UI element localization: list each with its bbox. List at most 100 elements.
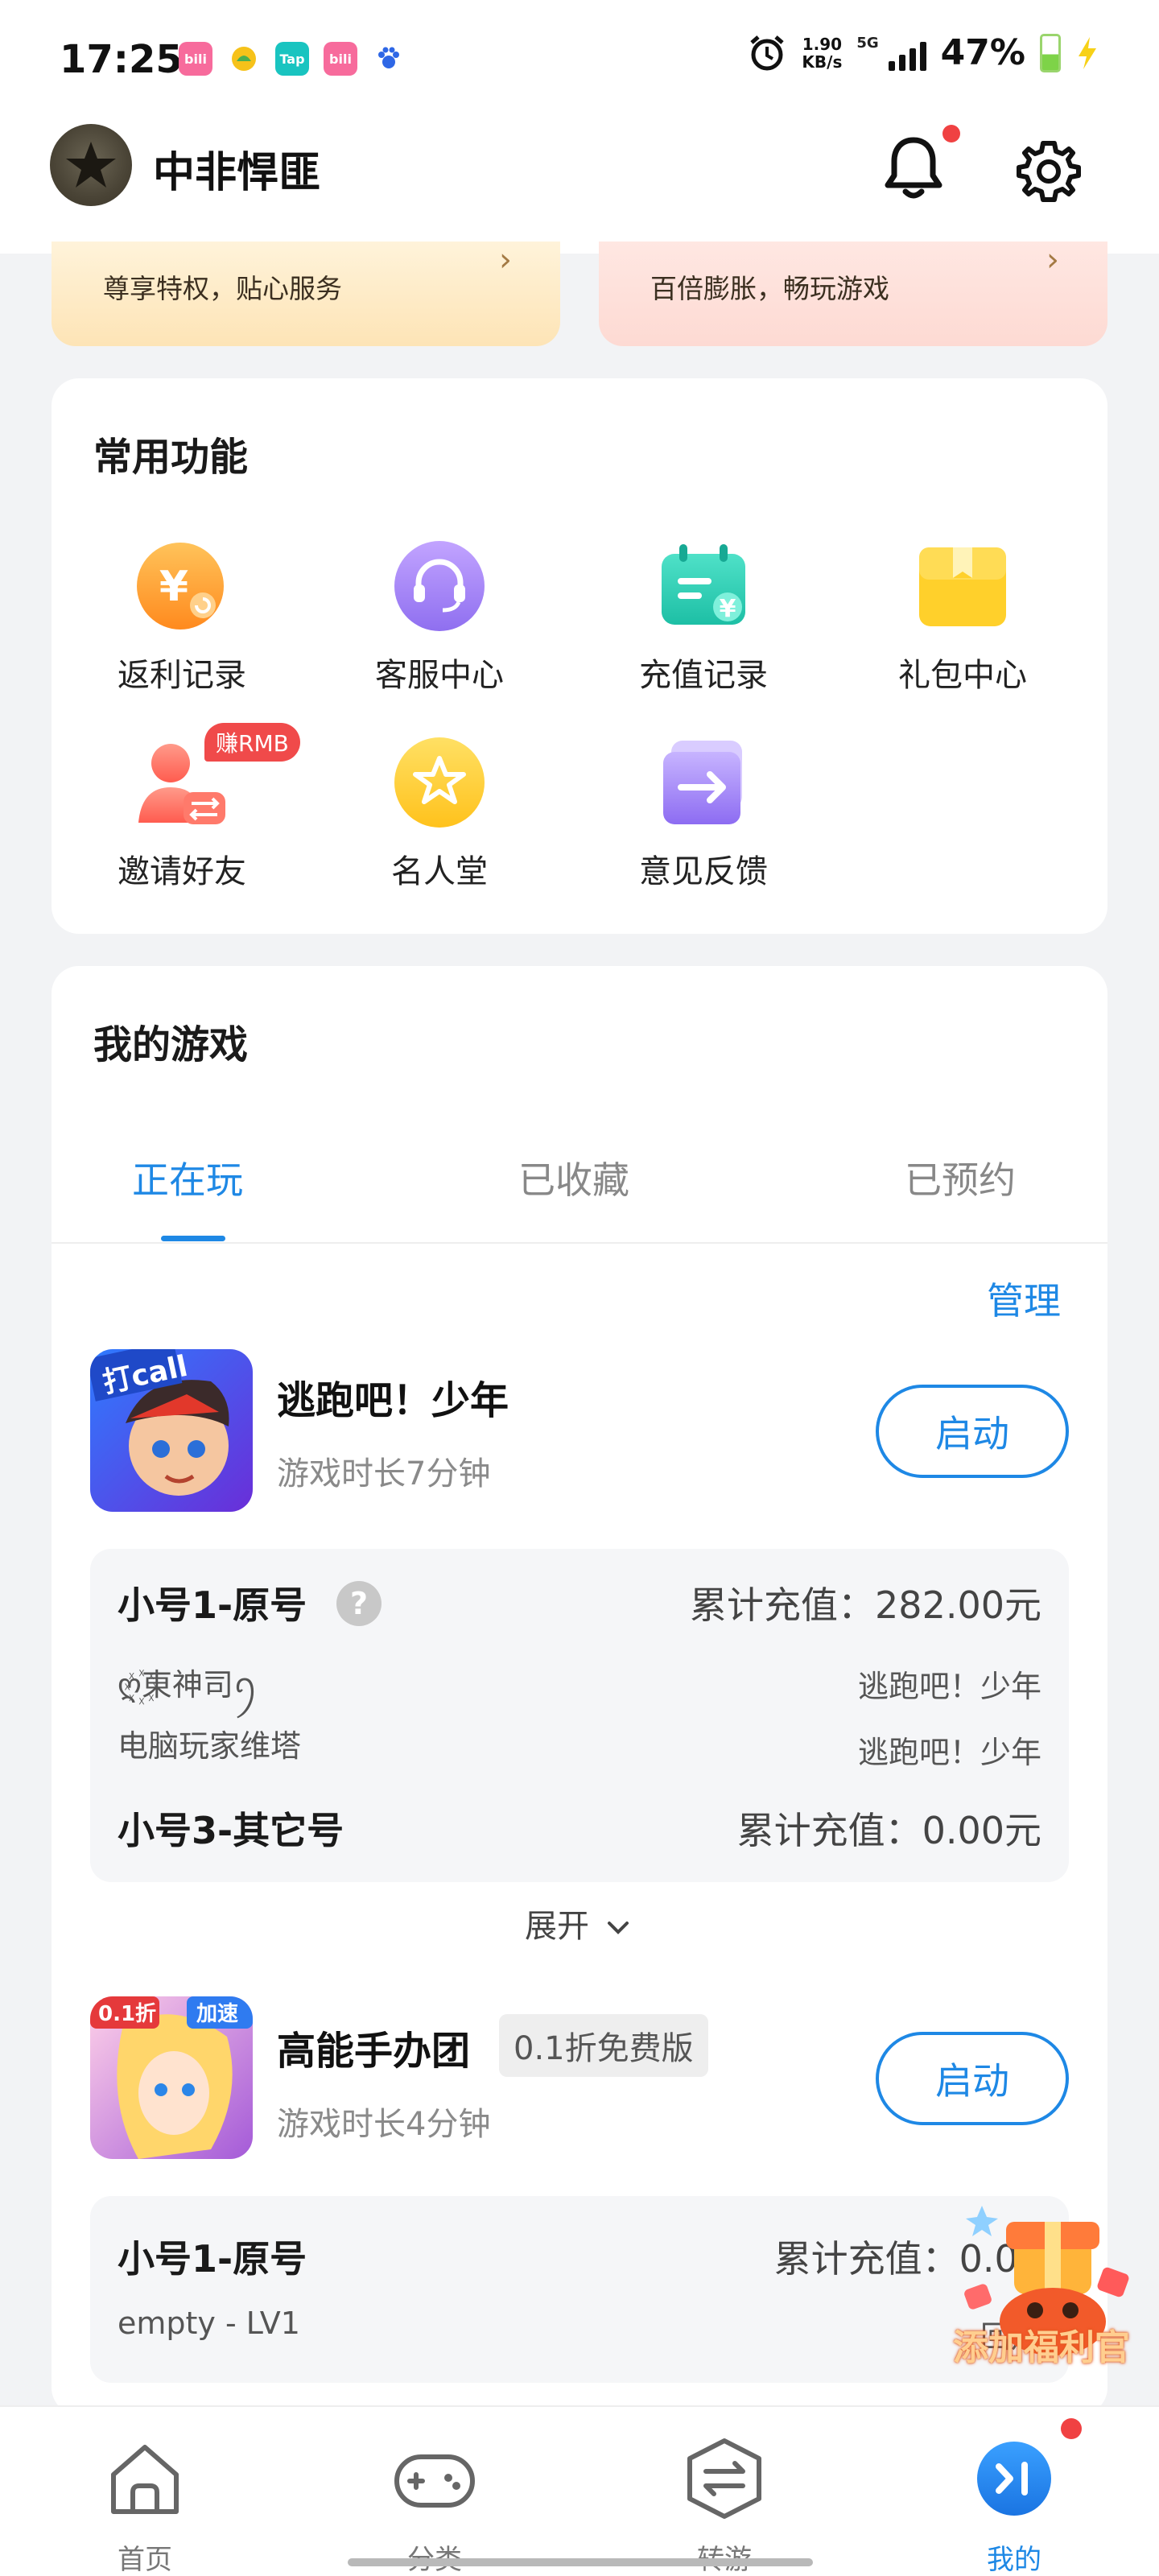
func-gift-center[interactable]: 礼包中心 <box>858 539 1067 696</box>
recharge-promo-card[interactable]: 百倍膨胀，畅玩游戏 › <box>599 242 1107 346</box>
account-list: 小号1-原号 累计充值：0.00 empty - LV1 回声 <box>90 2196 1069 2383</box>
nav-label: 分类 <box>354 2537 515 2576</box>
account-title: 小号1-原号 <box>118 1583 307 1627</box>
game-name[interactable]: 逃跑吧！少年 <box>277 1368 509 1425</box>
func-label: 礼包中心 <box>898 657 1027 694</box>
customer-service-icon <box>393 539 486 633</box>
func-label: 名人堂 <box>391 853 488 890</box>
charging-icon <box>1079 36 1096 69</box>
game-icon-figure-team[interactable]: 0.1折 加速 <box>90 1996 253 2159</box>
launch-button[interactable]: 启动 <box>876 1385 1069 1478</box>
role-name: ღ꙰東神司ꪆ <box>118 1667 258 1703</box>
game-name[interactable]: 高能手办团 <box>277 2019 470 2075</box>
nav-label: 转游 <box>644 2537 805 2576</box>
status-indicators: 1.90 KB/s 5G 47% <box>747 32 1099 73</box>
status-app-icons: bili Tap bili <box>179 42 406 76</box>
tab-favorites[interactable]: 已收藏 <box>518 1151 629 1204</box>
expand-button[interactable]: 展开 <box>525 1900 632 1946</box>
game-icon-escape[interactable]: 打call <box>90 1349 253 1512</box>
username[interactable]: 中非悍匪 <box>153 138 320 199</box>
tab-playing[interactable]: 正在玩 <box>132 1151 243 1204</box>
bilibili-icon: bili <box>179 42 212 76</box>
rebate-icon: ¥ <box>135 539 229 633</box>
net-speed: 1.90 KB/s <box>802 34 843 72</box>
func-customer-service[interactable]: 客服中心 <box>335 539 544 696</box>
transfer-icon <box>687 2438 761 2519</box>
chevron-right-icon: › <box>499 242 512 279</box>
nav-label: 首页 <box>118 2544 172 2576</box>
divider <box>52 1242 1107 1244</box>
game-icon-badge-left: 0.1折 <box>98 2002 156 2026</box>
game-icon-badge-right: 加速 <box>196 2002 238 2026</box>
gamepad-icon <box>394 2454 475 2508</box>
alarm-icon <box>750 35 785 70</box>
role-name: 电脑玩家维塔 <box>118 1728 302 1764</box>
func-label: 客服中心 <box>375 657 504 694</box>
baidu-paw-icon <box>372 42 406 76</box>
launch-button[interactable]: 启动 <box>876 2032 1069 2125</box>
account-title: 小号3-其它号 <box>118 1809 344 1852</box>
chevron-down-icon <box>607 1922 629 1934</box>
notification-bell-icon[interactable] <box>881 134 946 203</box>
func-invite-friends[interactable]: 赚RMB 邀请好友 <box>77 723 300 892</box>
svg-text:¥: ¥ <box>720 595 736 623</box>
welfare-label[interactable]: 添加福利官 <box>953 2318 1130 2370</box>
expand-label: 展开 <box>525 1908 589 1945</box>
nav-transfer[interactable]: 转游 <box>644 2434 805 2576</box>
feedback-icon <box>657 736 750 829</box>
func-feedback[interactable]: 意见反馈 <box>599 736 808 892</box>
battery-icon <box>1040 33 1061 72</box>
recharge-promo-text: 百倍膨胀，畅玩游戏 <box>650 273 889 304</box>
tab-reserved[interactable]: 已预约 <box>905 1151 1016 1204</box>
role-name: empty - LV1 <box>118 2306 300 2341</box>
account-title: 小号1-原号 <box>118 2237 307 2281</box>
hall-of-fame-icon <box>393 736 486 829</box>
status-bar: 17:25 bili Tap bili 1.90 KB/s 5G 47% <box>0 0 1159 121</box>
nav-profile[interactable]: 我的 <box>934 2434 1095 2576</box>
func-label: 充值记录 <box>639 657 768 694</box>
settings-gear-icon[interactable] <box>1016 138 1082 204</box>
nav-home[interactable]: 首页 <box>64 2434 225 2576</box>
vip-promo-text: 尊享特权，贴心服务 <box>103 273 342 304</box>
notification-dot <box>942 125 960 142</box>
profile-icon <box>977 2442 1051 2516</box>
home-icon <box>111 2445 179 2514</box>
section-title: 我的游戏 <box>93 1022 249 1067</box>
vip-promo-card[interactable]: 尊享特权，贴心服务 › <box>52 242 560 346</box>
network-type: 5G <box>856 35 879 52</box>
bilibili-icon: bili <box>324 42 357 76</box>
battery-percent: 47% <box>940 32 1025 73</box>
func-hall-of-fame[interactable]: 名人堂 <box>335 736 544 892</box>
star-emblem-icon <box>66 142 116 188</box>
help-icon[interactable]: ? <box>336 1581 382 1626</box>
mango-icon <box>227 42 261 76</box>
game-tag: 0.1折免费版 <box>499 2014 708 2077</box>
nav-category[interactable]: 分类 <box>354 2434 515 2576</box>
nav-label: 我的 <box>987 2544 1041 2576</box>
signal-icon <box>888 35 926 71</box>
home-indicator[interactable] <box>348 2558 813 2566</box>
func-rebate-record[interactable]: ¥ 返利记录 <box>77 539 287 696</box>
func-label: 意见反馈 <box>639 853 768 890</box>
profile-notification-dot <box>1061 2418 1082 2439</box>
avatar[interactable] <box>50 124 132 206</box>
game-play-time: 游戏时长7分钟 <box>277 1455 491 1492</box>
status-time: 17:25 <box>60 37 183 82</box>
game-play-time: 游戏时长4分钟 <box>277 2106 491 2143</box>
earn-rmb-badge: 赚RMB <box>204 723 300 762</box>
gift-icon <box>916 539 1009 633</box>
chevron-right-icon: › <box>1046 242 1059 279</box>
role-game: 逃跑吧！少年 <box>857 1669 1041 1704</box>
account-list: 小号1-原号 ? 累计充值：282.00元 ღ꙰東神司ꪆ 逃跑吧！少年 电脑玩家… <box>90 1549 1069 1882</box>
section-title: 常用功能 <box>93 435 249 480</box>
tab-active-indicator <box>161 1236 225 1241</box>
func-label: 邀请好友 <box>118 853 246 890</box>
common-functions-card: 常用功能 ¥ 返利记录 客服中心 ¥ 充值记录 礼包中心 赚RMB 邀请好友 名… <box>52 378 1107 934</box>
recharge-record-icon: ¥ <box>657 539 750 633</box>
invite-icon: 赚RMB <box>135 723 300 829</box>
svg-text:¥: ¥ <box>159 563 188 611</box>
account-charge: 累计充值：282.00元 <box>690 1583 1041 1627</box>
func-recharge-record[interactable]: ¥ 充值记录 <box>599 539 808 696</box>
manage-button[interactable]: 管理 <box>987 1272 1061 1325</box>
role-game: 逃跑吧！少年 <box>857 1735 1041 1770</box>
